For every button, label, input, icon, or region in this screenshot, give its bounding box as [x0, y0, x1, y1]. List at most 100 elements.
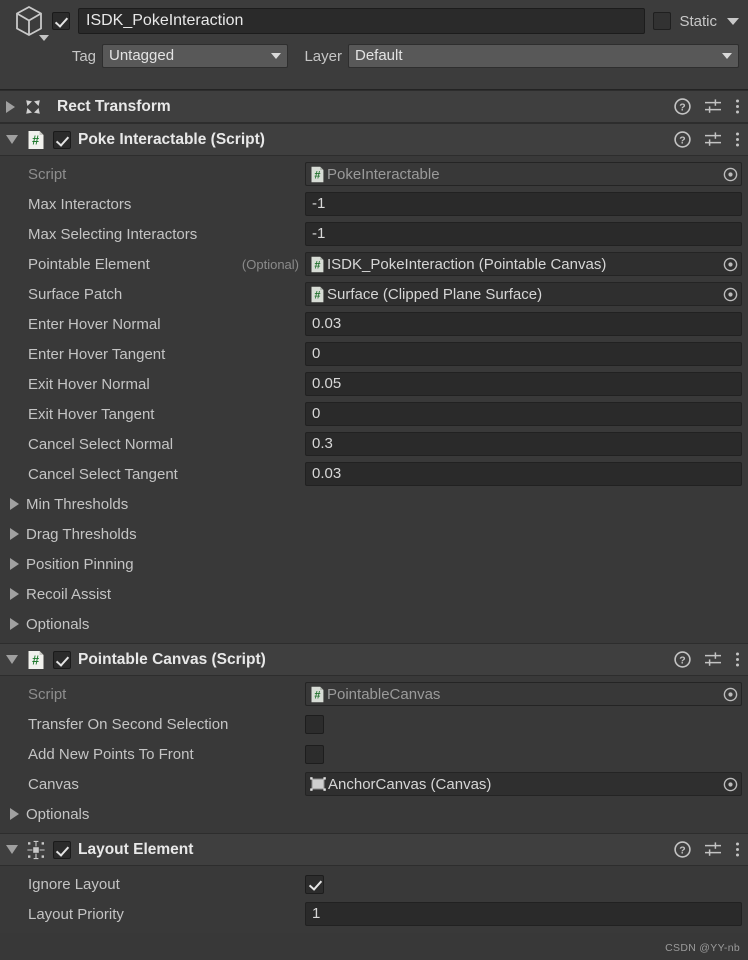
preset-icon[interactable] — [704, 131, 722, 148]
preset-icon[interactable] — [704, 841, 722, 858]
static-dropdown-caret-icon[interactable] — [727, 17, 739, 25]
help-icon[interactable]: ? — [674, 841, 691, 858]
property-row: Layout Priority 1 — [0, 899, 748, 929]
component-header[interactable]: Layout Element? — [0, 833, 748, 866]
component-title: Rect Transform — [57, 97, 171, 115]
object-picker-button[interactable] — [719, 683, 741, 705]
layer-label: Layer — [304, 47, 342, 65]
object-field-value: PointableCanvas — [327, 685, 441, 703]
svg-text:?: ? — [679, 654, 685, 666]
svg-text:#: # — [314, 689, 320, 701]
object-field: # PointableCanvas — [305, 682, 742, 706]
property-row: Canvas AnchorCanvas (Canvas) — [0, 769, 748, 799]
property-label: Cancel Select Tangent — [28, 465, 178, 483]
gameobject-icon-button[interactable] — [6, 0, 52, 42]
property-input[interactable]: 0.05 — [305, 372, 742, 396]
component-foldout-arrow-icon[interactable] — [6, 845, 18, 854]
component-pointable-canvas-script: # Pointable Canvas (Script)? Script # Pointa… — [0, 643, 748, 833]
property-label: Layout Priority — [28, 905, 124, 923]
component-layout-element: Layout Element? Ignore Layout Layout Prior… — [0, 833, 748, 933]
sub-foldout-arrow-icon[interactable] — [10, 528, 19, 540]
static-group[interactable]: Static — [653, 12, 742, 30]
sub-foldout-row[interactable]: Optionals — [0, 799, 748, 829]
object-picker-button[interactable] — [719, 253, 741, 275]
component-header[interactable]: # Poke Interactable (Script)? — [0, 123, 748, 156]
property-input[interactable]: 0 — [305, 342, 742, 366]
svg-text:#: # — [314, 169, 320, 181]
sub-foldout-label: Recoil Assist — [26, 585, 112, 603]
component-header[interactable]: # Pointable Canvas (Script)? — [0, 643, 748, 676]
property-input[interactable]: -1 — [305, 222, 742, 246]
component-enabled-checkbox[interactable] — [53, 130, 71, 149]
component-foldout-arrow-icon[interactable] — [6, 655, 18, 664]
sub-foldout-arrow-icon[interactable] — [10, 618, 19, 630]
more-menu-icon[interactable] — [735, 651, 740, 668]
sub-foldout-row[interactable]: Recoil Assist — [0, 579, 748, 609]
component-title: Layout Element — [78, 840, 194, 858]
property-checkbox[interactable] — [305, 874, 324, 894]
property-label: Add New Points To Front — [28, 745, 194, 763]
help-icon[interactable]: ? — [674, 131, 691, 148]
component-body: Ignore Layout Layout Priority 1 — [0, 866, 748, 933]
sub-foldout-arrow-icon[interactable] — [10, 588, 19, 600]
property-input[interactable]: 0.03 — [305, 462, 742, 486]
layer-dropdown[interactable]: Default — [348, 44, 739, 68]
property-input[interactable]: -1 — [305, 192, 742, 216]
tag-dropdown[interactable]: Untagged — [102, 44, 288, 68]
more-menu-icon[interactable] — [735, 98, 740, 115]
svg-text:#: # — [314, 289, 320, 301]
property-input[interactable]: 0.03 — [305, 312, 742, 336]
component-enabled-checkbox[interactable] — [53, 650, 71, 669]
property-input[interactable]: 0.3 — [305, 432, 742, 456]
property-row: Cancel Select Normal 0.3 — [0, 429, 748, 459]
sub-foldout-arrow-icon[interactable] — [10, 558, 19, 570]
preset-icon[interactable] — [704, 651, 722, 668]
more-menu-icon[interactable] — [735, 841, 740, 858]
layout-element-icon — [27, 840, 45, 859]
property-label: Canvas — [28, 775, 79, 793]
static-label: Static — [679, 12, 717, 30]
help-icon[interactable]: ? — [674, 651, 691, 668]
property-label: Exit Hover Tangent — [28, 405, 155, 423]
object-field[interactable]: AnchorCanvas (Canvas) — [305, 772, 742, 796]
component-header[interactable]: Rect Transform? — [0, 90, 748, 123]
property-checkbox[interactable] — [305, 714, 324, 734]
component-enabled-checkbox[interactable] — [53, 840, 71, 859]
component-title: Poke Interactable (Script) — [78, 130, 265, 148]
property-input[interactable]: 1 — [305, 902, 742, 926]
static-checkbox[interactable] — [653, 12, 672, 30]
component-foldout-arrow-icon[interactable] — [6, 100, 15, 113]
object-picker-button[interactable] — [719, 163, 741, 185]
object-field[interactable]: # ISDK_PokeInteraction (Pointable Canvas) — [305, 252, 742, 276]
gameobject-name-input[interactable]: ISDK_PokeInteraction — [78, 8, 646, 34]
property-row: Pointable Element (Optional) # ISDK_PokeInt… — [0, 249, 748, 279]
property-input[interactable]: 0 — [305, 402, 742, 426]
component-header-icons: ? — [674, 131, 740, 148]
object-field-value: AnchorCanvas (Canvas) — [328, 775, 492, 793]
property-label: Script — [28, 685, 67, 703]
sub-foldout-row[interactable]: Optionals — [0, 609, 748, 639]
property-checkbox[interactable] — [305, 744, 324, 764]
sub-foldout-row[interactable]: Min Thresholds — [0, 489, 748, 519]
preset-icon[interactable] — [704, 98, 722, 115]
object-picker-icon — [723, 167, 737, 181]
sub-foldout-arrow-icon[interactable] — [10, 498, 19, 510]
object-picker-button[interactable] — [719, 283, 741, 305]
sub-foldout-row[interactable]: Drag Thresholds — [0, 519, 748, 549]
sub-foldout-arrow-icon[interactable] — [10, 808, 19, 820]
svg-text:#: # — [314, 259, 320, 271]
component-header-icons: ? — [674, 651, 740, 668]
help-icon[interactable]: ? — [674, 98, 691, 115]
gameobject-enabled-checkbox[interactable] — [52, 12, 70, 30]
sub-foldout-row[interactable]: Position Pinning — [0, 549, 748, 579]
property-label: Cancel Select Normal — [28, 435, 174, 453]
object-field[interactable]: # Surface (Clipped Plane Surface) — [305, 282, 742, 306]
chevron-down-icon — [271, 53, 281, 59]
component-header-icons: ? — [674, 841, 740, 858]
more-menu-icon[interactable] — [735, 131, 740, 148]
object-picker-button[interactable] — [719, 773, 741, 795]
sub-foldout-label: Optionals — [26, 805, 90, 823]
script-badge-icon: # — [311, 686, 324, 702]
component-title: Pointable Canvas (Script) — [78, 650, 266, 668]
component-foldout-arrow-icon[interactable] — [6, 135, 18, 144]
